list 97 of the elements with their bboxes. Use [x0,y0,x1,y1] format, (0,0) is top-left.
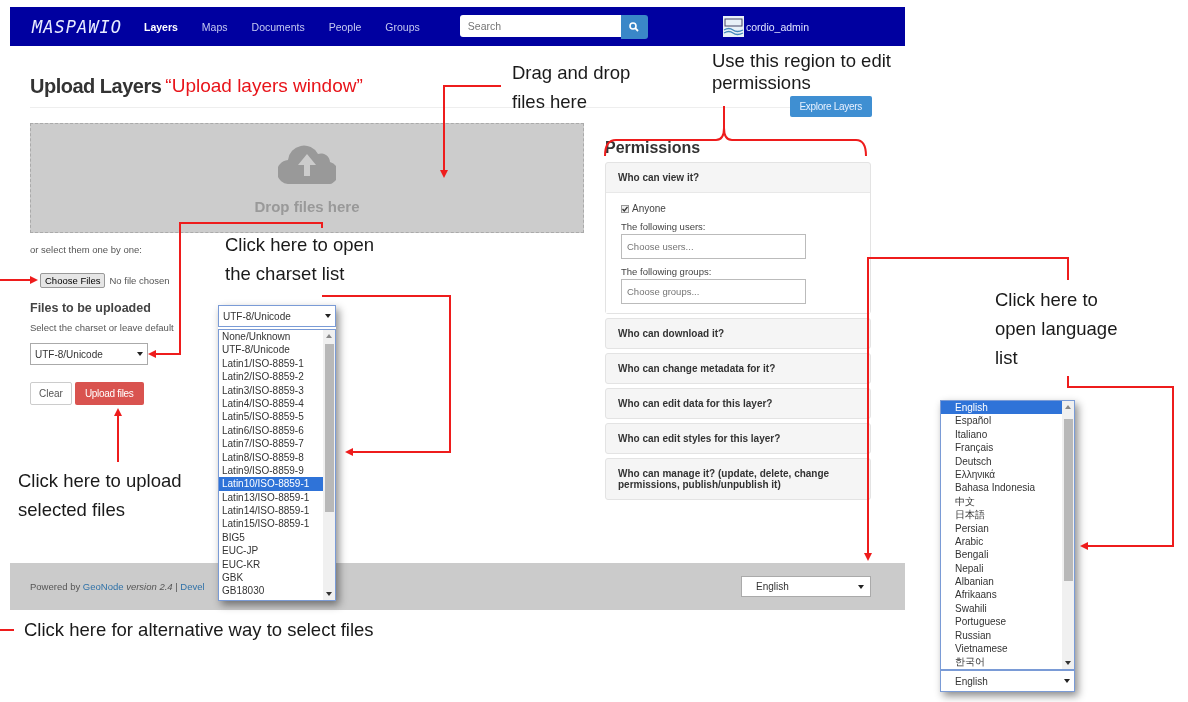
dropdown-option[interactable]: Latin3/ISO-8859-3 [219,383,323,397]
charset-select[interactable]: UTF-8/Unicode [218,305,336,327]
annotation-text: Use this region to edit permissions [712,50,892,94]
nav-link[interactable]: Documents [251,20,305,33]
dropdown-option[interactable]: Bengali [941,548,1062,562]
dropdown-option[interactable]: Latin7/ISO-8859-7 [219,437,323,451]
field-label: The following users: [621,221,707,232]
clear-button[interactable]: Clear [30,382,72,405]
dropdown-option[interactable]: Español [941,414,1062,428]
hint-text: Select the charset or leave default [30,322,174,333]
annotation-arrow [0,276,38,284]
dropdown-option[interactable]: Persian [941,521,1062,535]
footer-text: Powered by GeoNode version 2.4 | Devel [30,581,205,592]
panel-header[interactable]: Who can change metadata for it? [606,354,870,383]
scroll-up-icon[interactable] [1065,405,1071,409]
section-heading: Permissions [605,139,702,157]
logo[interactable]: MASPAWIO [32,16,144,37]
search-field[interactable]: Search [459,14,621,37]
dropdown-option[interactable]: Latin13/ISO-8859-1 [219,490,323,505]
nav-link[interactable]: Layers [144,20,178,33]
caret-icon [858,584,864,589]
groups-field[interactable]: Choose groups... [621,279,806,304]
dropdown-option[interactable]: Deutsch [941,454,1062,468]
annotation-text: Drag and drop files here [512,61,632,114]
hint-text: or select them one by one: [30,244,142,255]
dropdown-option[interactable]: 한국어 [941,655,1062,669]
caret-icon [1064,679,1070,683]
avatar-icon[interactable] [722,16,744,37]
language-select[interactable]: English [940,670,1075,692]
upload-files-button[interactable]: Upload files [74,382,144,405]
dropdown-option[interactable]: EUC-JP [219,544,323,558]
annotation-text: Click here to open the charset list [225,233,376,286]
dropdown-option[interactable]: UTF-8/Unicode [219,343,323,357]
search-icon [629,21,640,32]
dropdown-option[interactable]: Latin1/ISO-8859-1 [219,356,323,371]
username[interactable]: cordio_admin [745,20,809,33]
dropdown-option[interactable]: Ελληνικά [941,467,1062,482]
scroll-down-icon[interactable] [1065,661,1071,665]
dropdown-option[interactable]: Arabic [941,534,1062,549]
page-title: Upload Layers [30,74,162,98]
dropdown-option[interactable]: Bahasa Indonesia [941,481,1062,495]
dropdown-option[interactable]: Albanian [941,575,1062,589]
panel-header[interactable]: Who can manage it? (update, delete, change permissions, publish/unpublish it) [606,459,870,499]
dropdown-option[interactable]: 日本語 [941,508,1062,522]
dropdown-option[interactable]: Italiano [941,427,1062,442]
dropdown-option[interactable]: GBK [219,571,323,585]
search-button[interactable] [620,14,648,39]
annotation-text: Click here to open language list [995,288,1119,370]
dropdown-option[interactable]: Latin8/ISO-8859-8 [219,450,323,464]
section-heading: Files to be uploaded [30,301,152,315]
dropdown-option[interactable]: Latin2/ISO-8859-2 [219,370,323,384]
dropdown-option[interactable]: GB18030 [219,584,323,598]
dropdown-option[interactable]: Latin14/ISO-8859-1 [219,504,323,518]
annotation-arrow [114,408,122,463]
dropdown-option[interactable]: None/Unknown [219,330,323,344]
panel-header[interactable]: Who can edit styles for this layer? [606,424,870,453]
users-field[interactable]: Choose users... [621,234,806,259]
dropdown-option[interactable]: English [941,401,1062,415]
panel-header[interactable]: Who can download it? [606,319,870,348]
nav-link[interactable]: People [328,20,362,33]
dropdown-option[interactable]: Swahili [941,601,1062,616]
scroll-down-icon[interactable] [326,592,332,596]
dropdown-option[interactable]: Français [941,441,1062,455]
scrollbar[interactable] [1062,401,1074,669]
scrollbar[interactable] [323,330,335,600]
language-select[interactable]: English [741,576,871,597]
dropdown-option[interactable]: Latin6/ISO-8859-6 [219,423,323,438]
dropdown-option[interactable]: Afrikaans [941,588,1062,602]
annotation-text: Click here to upload selected files [18,469,183,522]
dropdown-option[interactable]: Vietnamese [941,642,1062,656]
dropdown-option[interactable]: Latin10/ISO-8859-1 [219,477,323,491]
nav-link[interactable]: Groups [385,20,420,33]
dropdown-option[interactable]: Latin5/ISO-8859-5 [219,410,323,424]
caret-icon [325,314,331,318]
dropdown-option[interactable]: EUC-KR [219,557,323,572]
annotation-line [0,629,15,631]
choose-files-button[interactable]: Choose Files [40,273,106,288]
dropdown-option[interactable]: Latin15/ISO-8859-1 [219,517,323,531]
panel-header[interactable]: Who can view it? [606,163,870,192]
checkbox-label: Anyone [632,203,666,214]
checkbox[interactable] [621,204,629,213]
dropdown-option[interactable]: Latin9/ISO-8859-9 [219,463,323,478]
charset-select[interactable]: UTF-8/Unicode [30,343,148,365]
field-label: The following groups: [621,266,713,277]
annotation-text: Click here for alternative way to select files [24,618,375,642]
panel-header[interactable]: Who can edit data for this layer? [606,389,870,418]
dropdown-option[interactable]: BIG5 [219,530,323,545]
dropdown-option[interactable]: Portuguese [941,615,1062,629]
dropdown-option[interactable]: Nepali [941,561,1062,576]
dropdown-option[interactable]: Latin4/ISO-8859-4 [219,396,323,411]
caret-icon [137,352,143,356]
annotation-text: “Upload layers window” [165,75,363,97]
scroll-up-icon[interactable] [326,334,332,338]
nav-link[interactable]: Maps [201,20,228,33]
dropdown-option[interactable]: Russian [941,628,1062,643]
dropdown-option[interactable]: 中文 [941,494,1062,509]
file-status: No file chosen [109,275,170,286]
